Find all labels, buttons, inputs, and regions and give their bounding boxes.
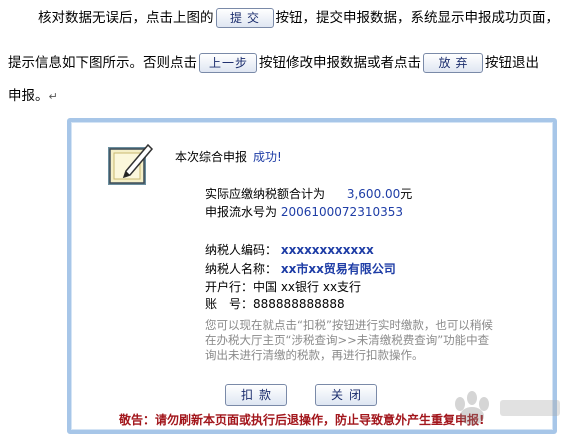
tax-unit: 元 [400, 187, 413, 201]
bank-value: 中国 xx银行 xx支行 [253, 280, 362, 294]
serial-label: 申报流水号为 [205, 205, 278, 219]
warning-text: 敬告：请勿刷新本页面或执行后退操作，防止导致意外产生重复申报! [119, 413, 485, 427]
doc-line-3: 申报。↵ [8, 87, 58, 106]
tax-total-value: 3,600.00 [346, 187, 401, 201]
account-value: 888888888888 [253, 297, 345, 311]
baidu-watermark-icon [455, 391, 560, 425]
doc-text: 核对数据无误后，点击上图的 [38, 10, 214, 26]
paragraph-mark: ↵ [48, 90, 58, 103]
serial-row: 申报流水号为 2006100072310353 [205, 203, 403, 220]
title-text: 本次综合申报 [175, 150, 248, 164]
doc-text: 按钮，提交申报数据，系统显示申报成功页面， [275, 10, 560, 26]
taxpayer-id-value: xxxxxxxxxxxx [280, 243, 374, 257]
doc-line-1: 核对数据无误后，点击上图的 提交 按钮，提交申报数据，系统显示申报成功页面， [38, 8, 559, 28]
deduct-tax-button[interactable]: 扣款 [225, 384, 287, 406]
account-label: 账 号： [205, 297, 254, 311]
doc-text: 按钮修改申报数据或者点击 [259, 55, 421, 71]
prev-step-button[interactable]: 上一步 [199, 53, 257, 73]
doc-text: 提示信息如下图所示。否则点击 [8, 55, 197, 71]
bank-row: 开户行：中国 xx银行 xx支行 [205, 278, 361, 295]
doc-text: 按钮退出 [485, 55, 539, 71]
taxpayer-id-label: 纳税人编码： [205, 243, 278, 257]
taxpayer-name-row: 纳税人名称： xx市xx贸易有限公司 [205, 260, 396, 277]
tax-total-row: 实际应缴纳税额合计为 3,600.00元 [205, 185, 412, 202]
tax-total-label: 实际应缴纳税额合计为 [205, 187, 326, 201]
doc-line-2: 提示信息如下图所示。否则点击 上一步 按钮修改申报数据或者点击 放弃 按钮退出 [8, 53, 539, 73]
payment-note: 您可以现在就点击“扣税”按钮进行实时缴款，也可以稍候在办税大厅主页“涉税查询>>… [205, 318, 493, 362]
panel-title: 本次综合申报 成功! [175, 148, 282, 165]
taxpayer-id-row: 纳税人编码： xxxxxxxxxxxx [205, 241, 374, 258]
success-text: 成功! [253, 150, 282, 164]
doc-text: 申报。 [8, 88, 49, 104]
serial-value: 2006100072310353 [280, 205, 403, 219]
abandon-button[interactable]: 放弃 [423, 53, 483, 73]
submit-button[interactable]: 提交 [215, 8, 274, 28]
bank-label: 开户行： [205, 280, 254, 294]
close-button[interactable]: 关闭 [315, 384, 377, 406]
taxpayer-name-value: xx市xx贸易有限公司 [280, 262, 396, 276]
account-row: 账 号：888888888888 [205, 295, 345, 312]
edit-document-icon [108, 143, 154, 185]
taxpayer-name-label: 纳税人名称： [205, 262, 278, 276]
